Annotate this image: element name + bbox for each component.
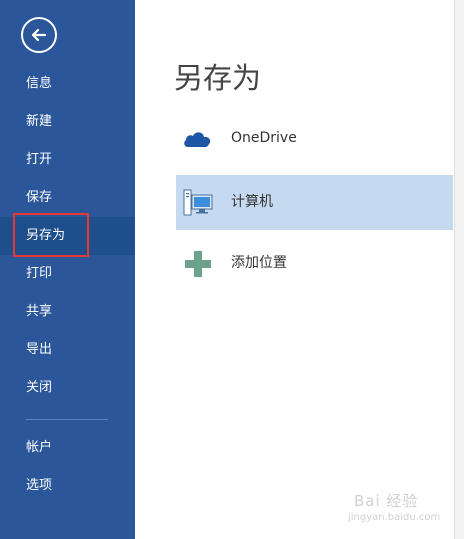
nav-item-print[interactable]: 打印 bbox=[0, 255, 135, 293]
location-onedrive[interactable]: OneDrive bbox=[176, 111, 453, 166]
computer-icon bbox=[183, 189, 213, 216]
location-label: OneDrive bbox=[231, 130, 297, 146]
location-label: 添加位置 bbox=[231, 255, 287, 271]
nav-item-account[interactable]: 帐户 bbox=[0, 429, 135, 467]
nav-item-save[interactable]: 保存 bbox=[0, 179, 135, 217]
nav-item-close[interactable]: 关闭 bbox=[0, 369, 135, 407]
page-title: 另存为 bbox=[174, 61, 262, 95]
location-computer[interactable]: 计算机 bbox=[176, 175, 453, 230]
back-button[interactable] bbox=[21, 17, 57, 53]
cloud-icon bbox=[184, 132, 211, 147]
arrow-left-icon bbox=[31, 28, 47, 42]
nav-item-new[interactable]: 新建 bbox=[0, 103, 135, 141]
nav-item-export[interactable]: 导出 bbox=[0, 331, 135, 369]
scroll-edge bbox=[454, 0, 464, 539]
nav-item-open[interactable]: 打开 bbox=[0, 141, 135, 179]
location-add-place[interactable]: 添加位置 bbox=[176, 236, 453, 291]
backstage-nav: 信息 新建 打开 保存 另存为 打印 共享 导出 关闭 帐户 选项 bbox=[0, 0, 135, 539]
nav-divider bbox=[26, 419, 108, 420]
location-label: 计算机 bbox=[231, 194, 273, 210]
nav-item-options[interactable]: 选项 bbox=[0, 467, 135, 505]
watermark-text: Bai 经验 bbox=[354, 492, 419, 510]
nav-item-save-as[interactable]: 另存为 bbox=[0, 217, 135, 255]
nav-item-share[interactable]: 共享 bbox=[0, 293, 135, 331]
watermark-url: jingyan.baidu.com bbox=[348, 512, 441, 523]
plus-icon bbox=[185, 251, 211, 277]
baidu-watermark: Bai 经验 jingyan.baidu.com bbox=[344, 490, 454, 530]
nav-item-info[interactable]: 信息 bbox=[0, 65, 135, 103]
